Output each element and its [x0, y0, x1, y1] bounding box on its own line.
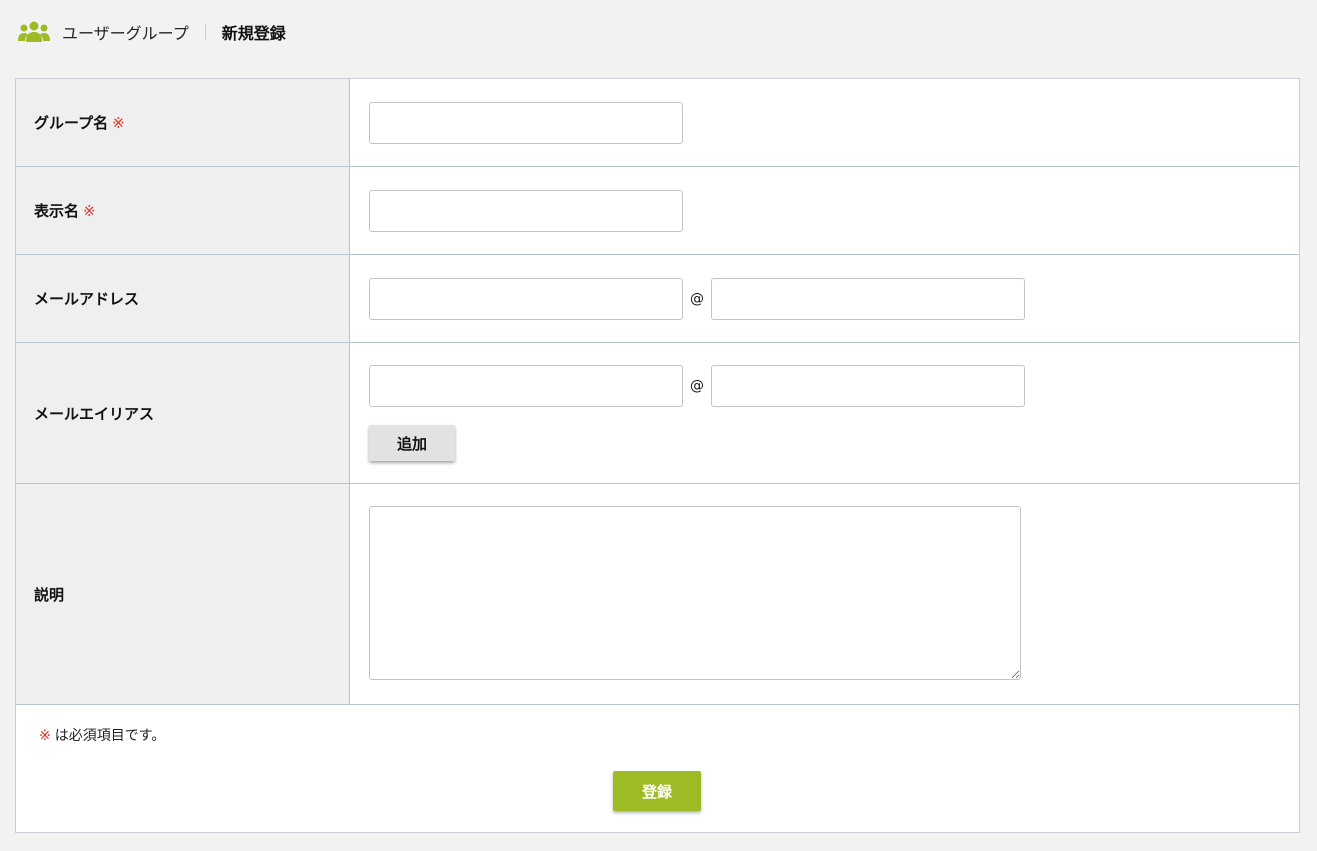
- description-textarea[interactable]: [369, 506, 1021, 680]
- required-mark: ※: [39, 728, 51, 744]
- register-button[interactable]: 登録: [613, 771, 701, 811]
- breadcrumb-section: ユーザーグループ: [62, 24, 189, 43]
- users-group-icon: [18, 20, 50, 44]
- required-mark: ※: [112, 113, 125, 132]
- alias-local-input[interactable]: [369, 365, 683, 407]
- row-description: 説明: [16, 484, 1299, 705]
- email-alias-label: メールエイリアス: [16, 343, 350, 483]
- alias-domain-input[interactable]: [711, 365, 1025, 407]
- display-name-input[interactable]: [369, 189, 683, 232]
- email-label: メールアドレス: [16, 255, 350, 342]
- email-local-input[interactable]: [369, 277, 683, 320]
- row-email-alias: メールエイリアス @ 追加: [16, 343, 1299, 484]
- breadcrumb-divider: [204, 24, 206, 40]
- at-sign: @: [690, 378, 704, 394]
- row-display-name: 表示名 ※: [16, 167, 1299, 255]
- group-name-label: グループ名 ※: [16, 79, 350, 166]
- form-panel: グループ名 ※ 表示名 ※ メールアドレス @ メールエイリアス @ 追加 説明…: [15, 78, 1300, 833]
- add-alias-button[interactable]: 追加: [369, 425, 455, 461]
- required-mark: ※: [83, 201, 96, 220]
- group-name-input[interactable]: [369, 101, 683, 144]
- at-sign: @: [690, 290, 704, 307]
- page-header: ユーザーグループ 新規登録: [18, 18, 286, 46]
- email-domain-input[interactable]: [711, 277, 1025, 320]
- row-group-name: グループ名 ※: [16, 79, 1299, 167]
- display-name-label: 表示名 ※: [16, 167, 350, 254]
- page-title: 新規登録: [221, 24, 286, 43]
- row-email: メールアドレス @: [16, 255, 1299, 343]
- required-note: ※ は必須項目です。: [39, 728, 166, 744]
- description-label: 説明: [16, 484, 350, 704]
